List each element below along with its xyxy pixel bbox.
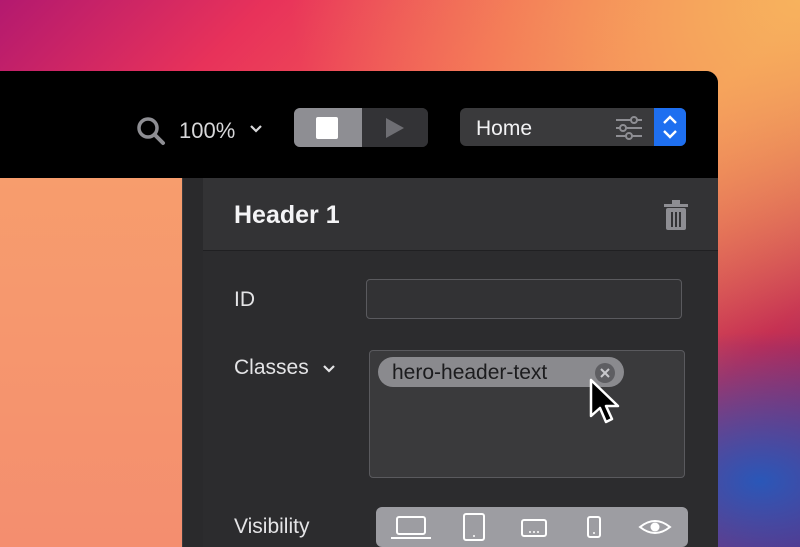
- magnifier-icon[interactable]: [136, 116, 166, 146]
- play-icon: [386, 118, 404, 138]
- mouse-pointer-icon: [589, 378, 620, 424]
- page-selector[interactable]: Home: [460, 108, 686, 146]
- page-stepper[interactable]: [654, 108, 686, 146]
- visibility-label: Visibility: [234, 515, 310, 538]
- chevron-down-icon[interactable]: [249, 124, 263, 134]
- classes-label: Classes: [234, 356, 309, 379]
- preview-mode-button[interactable]: [362, 108, 428, 147]
- app-window: 100% Home Header 1 ID Classes hero-heade…: [0, 71, 718, 547]
- id-field[interactable]: [366, 279, 682, 319]
- phone-icon[interactable]: [586, 513, 602, 541]
- laptop-icon[interactable]: [390, 513, 432, 541]
- id-label: ID: [234, 288, 255, 311]
- design-mode-button[interactable]: [294, 108, 362, 147]
- chevron-down-icon[interactable]: [322, 364, 336, 374]
- panel-title: Header 1: [234, 201, 340, 229]
- tablet-landscape-icon[interactable]: [521, 513, 547, 541]
- panel-header: Header 1: [203, 178, 718, 251]
- eye-icon[interactable]: [638, 513, 672, 541]
- toolbar: 100% Home: [0, 71, 718, 178]
- trash-icon[interactable]: [663, 200, 689, 230]
- visibility-toggle-group: [376, 507, 688, 547]
- tablet-icon[interactable]: [462, 513, 486, 541]
- page-selector-label: Home: [476, 117, 533, 140]
- class-tag-label: hero-header-text: [392, 361, 548, 384]
- zoom-level[interactable]: 100%: [179, 118, 235, 144]
- inspector-panel: Header 1 ID Classes hero-header-text Vis…: [203, 178, 718, 547]
- canvas-ruler: [182, 178, 204, 547]
- classes-field[interactable]: hero-header-text: [369, 350, 685, 478]
- square-icon: [316, 117, 338, 139]
- design-canvas[interactable]: [0, 178, 182, 547]
- mode-toggle: [294, 108, 428, 147]
- updown-chevron-icon: [663, 115, 677, 139]
- sliders-icon[interactable]: [614, 116, 644, 140]
